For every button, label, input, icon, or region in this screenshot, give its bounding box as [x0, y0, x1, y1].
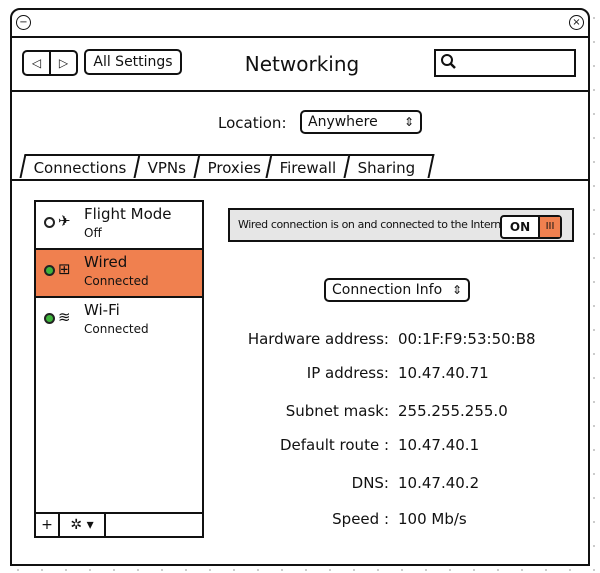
minimize-icon[interactable]: − — [16, 15, 31, 30]
all-settings-button[interactable]: All Settings — [84, 49, 182, 75]
info-type-select[interactable]: Connection Info ⇕ — [324, 278, 470, 302]
status-dot-connected — [44, 265, 55, 276]
tab-vpns[interactable]: VPNs — [133, 154, 201, 178]
info-value: 10.47.40.2 — [398, 474, 480, 492]
nav-buttons: ◁ ▷ — [22, 50, 78, 76]
info-value: 100 Mb/s — [398, 510, 467, 528]
status-dot-off — [44, 217, 55, 228]
airplane-icon: ✈ — [58, 212, 71, 230]
location-label: Location: — [218, 114, 287, 132]
status-message: Wired connection is on and connected to … — [238, 218, 515, 231]
content-area: Location: Anywhere ⇕ Connections VPNs Pr… — [12, 92, 588, 564]
info-value: 255.255.255.0 — [398, 402, 508, 420]
info-value: 00:1F:F9:53:50:B8 — [398, 330, 536, 348]
info-label: Subnet mask: — [285, 402, 389, 420]
tab-firewall[interactable]: Firewall — [265, 154, 351, 178]
networking-window: − × ◁ ▷ All Settings Networking Location… — [10, 8, 590, 566]
select-arrows-icon: ⇕ — [403, 115, 414, 129]
info-type-value: Connection Info — [332, 282, 443, 298]
page-title: Networking — [244, 52, 360, 76]
close-icon[interactable]: × — [569, 15, 584, 30]
list-item-wired[interactable]: ⊞ Wired Connected — [36, 250, 202, 298]
select-arrows-icon: ⇕ — [451, 283, 462, 297]
info-value: 10.47.40.1 — [398, 436, 480, 454]
back-button[interactable]: ◁ — [24, 52, 51, 74]
info-label: DNS: — [351, 474, 389, 492]
connection-toggle[interactable]: ON III — [500, 215, 562, 239]
list-footer-spacer — [106, 514, 202, 536]
connection-name: Wi-Fi — [84, 301, 120, 319]
info-label: IP address: — [306, 364, 389, 382]
connections-list: ✈ Flight Mode Off ⊞ Wired Connected ≋ Wi… — [34, 200, 204, 538]
list-item-flight-mode[interactable]: ✈ Flight Mode Off — [36, 202, 202, 250]
tab-sharing[interactable]: Sharing — [343, 154, 435, 178]
location-value: Anywhere — [308, 114, 378, 130]
forward-button[interactable]: ▷ — [51, 52, 76, 74]
search-icon — [441, 54, 456, 69]
info-label: Hardware address: — [247, 330, 389, 348]
connection-name: Wired — [84, 253, 128, 271]
connection-status: Connected — [84, 322, 149, 336]
network-icon: ⊞ — [58, 260, 71, 278]
toggle-grip-icon: III — [538, 217, 560, 237]
toolbar: ◁ ▷ All Settings Networking — [12, 38, 588, 92]
toggle-label: ON — [509, 220, 531, 234]
connection-name: Flight Mode — [84, 205, 172, 223]
wifi-icon: ≋ — [58, 308, 71, 326]
title-bar: − × — [12, 10, 588, 38]
info-label: Default route : — [279, 436, 389, 454]
info-value: 10.47.40.71 — [398, 364, 489, 382]
list-footer: + ✲ ▾ — [36, 512, 202, 536]
tab-connections[interactable]: Connections — [19, 154, 141, 178]
gear-menu-button[interactable]: ✲ ▾ — [60, 514, 106, 536]
status-banner: Wired connection is on and connected to … — [228, 208, 574, 242]
connection-status: Connected — [84, 274, 149, 288]
status-dot-connected — [44, 313, 55, 324]
info-label: Speed : — [332, 510, 389, 528]
tab-proxies[interactable]: Proxies — [193, 154, 273, 178]
location-select[interactable]: Anywhere ⇕ — [300, 110, 422, 134]
connection-status: Off — [84, 226, 102, 240]
search-input[interactable] — [434, 49, 576, 77]
add-connection-button[interactable]: + — [36, 514, 60, 536]
list-item-wifi[interactable]: ≋ Wi-Fi Connected — [36, 298, 202, 344]
